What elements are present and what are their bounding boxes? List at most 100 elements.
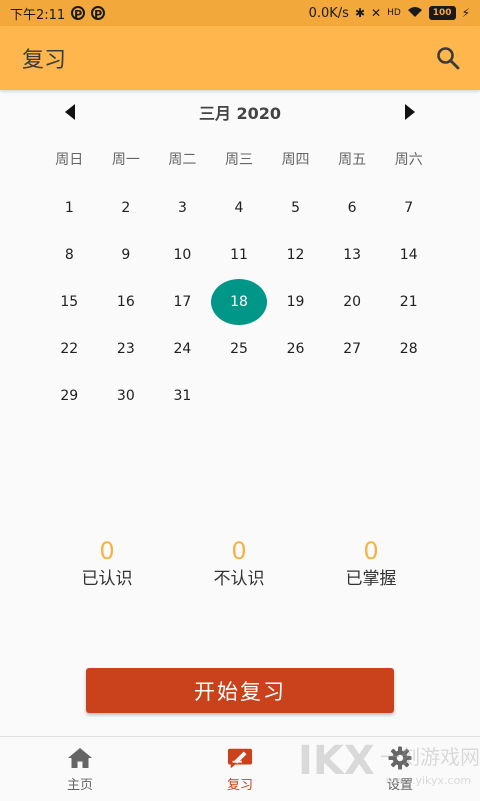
calendar-day[interactable]: 4: [211, 184, 268, 231]
calendar-day[interactable]: 29: [41, 372, 98, 419]
calendar-day[interactable]: 13: [324, 231, 381, 278]
day-number: 2: [121, 199, 131, 216]
status-bar: 下午2:11 P P 0.0K/s ✱ ✕ HD 100 ⚡: [0, 0, 480, 26]
day-number: 18: [210, 278, 267, 325]
app-bar: 复习: [0, 26, 480, 90]
charging-icon: ⚡: [461, 6, 470, 20]
bluetooth-icon: ✱: [354, 6, 365, 20]
calendar-day[interactable]: 24: [154, 325, 211, 372]
day-number: 31: [173, 387, 192, 404]
stat-known: 0 已认识: [41, 536, 173, 596]
day-number: 19: [286, 293, 305, 310]
day-number: 6: [347, 199, 357, 216]
weekday-sat: 周六: [394, 152, 423, 168]
weekday-header: 周日 周一 周二 周三 周四 周五 周六: [41, 146, 437, 174]
calendar-day[interactable]: 28: [380, 325, 437, 372]
calendar-day[interactable]: 19: [267, 278, 324, 325]
day-number: 29: [60, 387, 79, 404]
calendar-day[interactable]: 1: [41, 184, 98, 231]
chevron-left-icon: [65, 104, 75, 120]
stat-known-label: 已认识: [81, 569, 133, 589]
stat-unknown-value: 0: [231, 537, 247, 565]
calendar-day[interactable]: 26: [267, 325, 324, 372]
search-icon: [437, 47, 460, 70]
nav-home-label: 主页: [66, 777, 93, 793]
day-number: 8: [64, 246, 74, 263]
calendar-day[interactable]: 30: [98, 372, 155, 419]
stat-known-value: 0: [99, 537, 115, 565]
day-number: 17: [173, 293, 192, 310]
stat-unknown-label: 不认识: [213, 569, 265, 589]
calendar-day[interactable]: 14: [380, 231, 437, 278]
calendar-day[interactable]: 8: [41, 231, 98, 278]
day-number: 23: [116, 340, 135, 357]
day-number: 4: [234, 199, 244, 216]
day-number: 30: [116, 387, 135, 404]
next-month-button[interactable]: [402, 102, 418, 122]
stat-unknown: 0 不认识: [173, 536, 305, 596]
day-number: 13: [343, 246, 362, 263]
calendar-day[interactable]: 11: [211, 231, 268, 278]
weekday-tue: 周二: [168, 152, 197, 168]
calendar-day[interactable]: 15: [41, 278, 98, 325]
stat-mastered-label: 已掌握: [345, 569, 397, 589]
calendar-day[interactable]: 6: [324, 184, 381, 231]
day-number: 16: [116, 293, 135, 310]
home-icon: [67, 746, 93, 770]
day-number: 25: [230, 340, 248, 357]
calendar-days: 1 2 3 4 5 6 7 8 9 10 11 12 13 14 15 16 1…: [41, 184, 437, 419]
calendar-day[interactable]: 25: [211, 325, 268, 372]
day-number: 11: [230, 246, 248, 263]
day-number: 22: [60, 340, 79, 357]
calendar-day[interactable]: 16: [98, 278, 155, 325]
day-number: 1: [64, 199, 74, 216]
previous-month-button[interactable]: [62, 102, 78, 122]
search-button[interactable]: [434, 44, 462, 72]
calendar-day[interactable]: 9: [98, 231, 155, 278]
calendar-day[interactable]: 3: [154, 184, 211, 231]
calendar-day-selected[interactable]: 18: [210, 278, 268, 325]
calendar-day[interactable]: 2: [98, 184, 155, 231]
review-icon: [227, 746, 253, 770]
calendar-day[interactable]: 5: [267, 184, 324, 231]
weekday-fri: 周五: [338, 152, 367, 168]
nav-review[interactable]: 复习: [160, 737, 320, 801]
calendar-day[interactable]: 17: [154, 278, 211, 325]
calendar-day[interactable]: 27: [324, 325, 381, 372]
calendar-day[interactable]: 23: [98, 325, 155, 372]
nav-settings[interactable]: 设置: [320, 737, 480, 801]
day-number: 24: [173, 340, 192, 357]
calendar-day[interactable]: 20: [324, 278, 381, 325]
calendar-day[interactable]: 7: [380, 184, 437, 231]
stat-mastered: 0 已掌握: [305, 536, 437, 596]
notification-p-icon-2: P: [91, 6, 106, 21]
calendar-day[interactable]: 22: [41, 325, 98, 372]
signal-icon: HD: [387, 8, 401, 18]
day-number: 12: [286, 246, 305, 263]
calendar-day[interactable]: 12: [267, 231, 324, 278]
month-label: 三月 2020: [198, 104, 282, 123]
calendar-day[interactable]: 21: [380, 278, 437, 325]
battery-icon: 100: [428, 6, 456, 20]
month-navigation: 三月 2020: [0, 96, 480, 128]
calendar-day[interactable]: 31: [154, 372, 211, 419]
weekday-sun: 周日: [55, 152, 84, 168]
weekday-wed: 周三: [224, 152, 253, 168]
day-number: 9: [121, 246, 131, 263]
day-number: 15: [60, 293, 79, 310]
nav-review-label: 复习: [226, 777, 253, 793]
calendar-day[interactable]: 10: [154, 231, 211, 278]
weekday-thu: 周四: [281, 152, 310, 168]
day-number: 14: [399, 246, 418, 263]
stat-mastered-value: 0: [363, 537, 379, 565]
start-review-button[interactable]: 开始复习: [86, 668, 394, 713]
day-number: 26: [286, 340, 305, 357]
status-time: 下午2:11: [10, 7, 66, 23]
notification-p-icon: P: [71, 6, 86, 21]
day-number: 5: [291, 199, 301, 216]
day-number: 28: [399, 340, 418, 357]
page-title: 复习: [22, 48, 67, 73]
day-number: 10: [173, 246, 192, 263]
nav-home[interactable]: 主页: [0, 737, 160, 801]
review-stats: 0 已认识 0 不认识 0 已掌握: [41, 536, 437, 596]
